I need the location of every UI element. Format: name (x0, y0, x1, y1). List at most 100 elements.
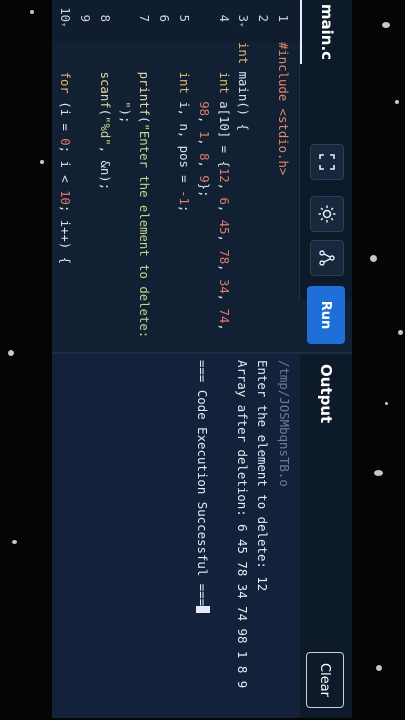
code-token: , &n); (97, 145, 112, 191)
code-token: -1 (177, 190, 191, 205)
snow-flake (8, 350, 14, 356)
code-token: main() { (236, 64, 251, 131)
code-token: , (216, 323, 231, 331)
code-text: #include <stdio.h> (273, 42, 292, 175)
code-text: printf("Enter the element to delete: (134, 42, 153, 346)
clear-button[interactable]: Clear (306, 652, 344, 708)
code-line[interactable]: 6 (154, 0, 173, 352)
output-header: Output Clear (300, 354, 352, 718)
phone-screen: main.c Run 1 #include <stdio.h> 2 3▾ int… (52, 0, 352, 718)
code-text: 98, 1, 8, 9}; (194, 42, 213, 198)
code-token: #include <stdio.h> (276, 42, 290, 176)
line-number: 6 (157, 14, 172, 22)
code-token: 45 (216, 219, 231, 235)
code-token: , (216, 234, 231, 250)
line-number: 5 (177, 14, 191, 22)
fold-arrow-icon[interactable]: ▾ (231, 22, 250, 30)
code-token: , (216, 264, 231, 279)
code-token: for (58, 71, 73, 94)
code-token: , (216, 182, 231, 198)
code-editor[interactable]: 1 #include <stdio.h> 2 3▾ int main() {4 int … (52, 0, 300, 352)
code-token: int (216, 71, 231, 94)
editor-toolbar: main.c (299, 0, 352, 300)
snow-flake (30, 10, 34, 14)
code-line[interactable]: 7 printf("Enter the element to delete: (134, 0, 153, 352)
line-number: 4 (216, 14, 231, 22)
code-line[interactable]: 9 (75, 0, 94, 352)
file-tab-main-c[interactable]: main.c (300, 0, 352, 64)
code-line[interactable]: 5 int i, n, pos = -1; (174, 0, 193, 352)
text-cursor (196, 606, 210, 614)
code-token: , (196, 160, 211, 176)
share-icon (319, 250, 335, 266)
line-number: 9 (78, 14, 92, 22)
code-token: ; i++) { (58, 204, 73, 265)
code-token: ; (177, 204, 191, 213)
snow-flake (374, 470, 383, 476)
code-token: }; (196, 182, 211, 198)
code-token: a[10] = { (216, 93, 231, 168)
code-text: int i, n, pos = -1; (174, 42, 193, 213)
fullscreen-button[interactable] (310, 144, 344, 180)
code-line[interactable]: 4 int a[10] = {12, 6, 45, 78, 34, 74, (214, 0, 233, 352)
line-number: 7 (137, 14, 152, 22)
theme-sun-icon (318, 205, 336, 223)
code-line[interactable]: 1 #include <stdio.h> (273, 0, 292, 352)
code-token: " (117, 42, 132, 109)
code-text: for (i = 0; i < 10; i++) { (55, 42, 74, 265)
code-line[interactable]: "); (115, 0, 134, 352)
code-line[interactable]: 10▾ for (i = 0; i < 10; i++) { (55, 0, 74, 352)
code-text: int main() { (233, 42, 252, 131)
code-token: , (216, 293, 231, 309)
snow-flake (370, 255, 377, 262)
code-token: int (236, 42, 251, 65)
run-button[interactable]: Run (307, 286, 345, 344)
theme-toggle-button[interactable] (310, 196, 344, 232)
snow-flake (12, 540, 17, 544)
output-line: Array after deletion: 6 45 78 34 74 98 1… (235, 360, 250, 689)
code-token: 9 (196, 175, 211, 183)
code-token: ( (97, 108, 112, 117)
snow-flake (385, 402, 388, 405)
code-token: 6 (216, 197, 231, 205)
code-token: 74 (216, 308, 231, 324)
code-token: 0 (58, 138, 73, 146)
code-text: "); (115, 42, 134, 123)
fold-arrow-icon[interactable]: ▾ (53, 22, 72, 30)
online-compiler-app: main.c Run 1 #include <stdio.h> 2 3▾ int… (52, 0, 352, 718)
code-token: 34 (216, 278, 231, 294)
code-token: 98 (196, 101, 211, 117)
snow-flake (382, 22, 390, 28)
code-token: i, n, pos = (177, 93, 191, 191)
code-token: (i = (58, 93, 73, 139)
line-number: 3 (236, 14, 251, 22)
code-token: int (177, 71, 191, 94)
output-file-path: /tmp/JOSMbqnsTB.o (277, 360, 292, 487)
output-title: Output (317, 364, 335, 424)
line-number: 2 (256, 14, 271, 22)
snow-flake (40, 160, 44, 164)
code-token: printf (137, 71, 152, 117)
code-token: 12 (216, 167, 231, 183)
output-console[interactable]: /tmp/JOSMbqnsTB.o Enter the element to d… (52, 354, 300, 718)
share-button[interactable] (310, 240, 344, 276)
code-line[interactable]: 2 (253, 0, 272, 352)
code-token: ); (117, 108, 132, 124)
output-line: Enter the element to delete: 12 (255, 360, 270, 592)
snow-flake (395, 100, 399, 104)
code-token: "Enter the element to delete: (137, 123, 152, 346)
code-line[interactable]: 3▾ int main() { (233, 0, 252, 352)
code-line[interactable]: 8 scanf("%d", &n); (95, 0, 114, 352)
code-token: ; i < (58, 145, 73, 191)
code-line[interactable]: 98, 1, 8, 9}; (194, 0, 213, 352)
line-number: 10 (58, 7, 73, 22)
fullscreen-icon (319, 154, 335, 170)
code-token: , (216, 204, 231, 220)
code-text: int a[10] = {12, 6, 45, 78, 34, 74, (214, 42, 233, 331)
